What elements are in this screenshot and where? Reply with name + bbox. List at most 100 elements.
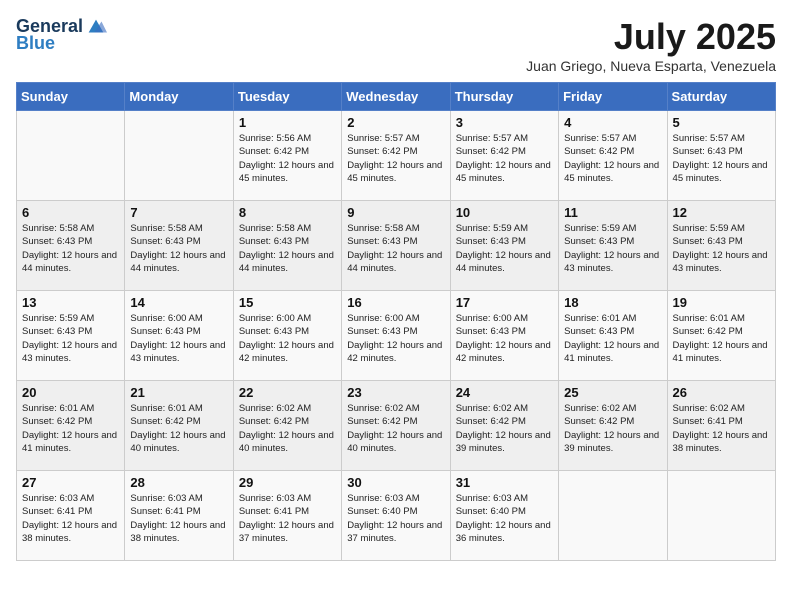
calendar-cell: 7 Sunrise: 5:58 AMSunset: 6:43 PMDaylight… (125, 201, 233, 291)
calendar-cell: 9Sunrise: 5:58 AMSunset: 6:43 PMDaylight… (342, 201, 450, 291)
day-info: Sunrise: 5:57 AMSunset: 6:42 PMDaylight:… (456, 132, 553, 185)
calendar-cell: 24Sunrise: 6:02 AMSunset: 6:42 PMDayligh… (450, 381, 558, 471)
calendar-cell: 28 Sunrise: 6:03 AMSunset: 6:41 PMDayligh… (125, 471, 233, 561)
weekday-header-thursday: Thursday (450, 83, 558, 111)
day-number: 3 (456, 115, 553, 130)
weekday-header-row: SundayMondayTuesdayWednesdayThursdayFrid… (17, 83, 776, 111)
day-number: 4 (564, 115, 661, 130)
day-number: 6 (22, 205, 119, 220)
weekday-header-monday: Monday (125, 83, 233, 111)
day-info: Sunrise: 6:00 AMSunset: 6:43 PMDaylight:… (239, 312, 336, 365)
calendar-cell: 12 Sunrise: 5:59 AMSunset: 6:43 PMDayligh… (667, 201, 775, 291)
day-info: Sunrise: 5:58 AMSunset: 6:43 PMDaylight:… (239, 222, 336, 275)
calendar-cell: 23 Sunrise: 6:02 AMSunset: 6:42 PMDayligh… (342, 381, 450, 471)
calendar-cell: 27Sunrise: 6:03 AMSunset: 6:41 PMDayligh… (17, 471, 125, 561)
day-info: Sunrise: 5:56 AMSunset: 6:42 PMDaylight:… (239, 132, 336, 185)
day-number: 23 (347, 385, 444, 400)
day-info: Sunrise: 6:03 AMSunset: 6:41 PMDaylight:… (239, 492, 336, 545)
day-number: 19 (673, 295, 770, 310)
day-info: Sunrise: 5:59 AMSunset: 6:43 PMDaylight:… (673, 222, 770, 275)
calendar-cell: 14 Sunrise: 6:00 AMSunset: 6:43 PMDayligh… (125, 291, 233, 381)
weekday-header-tuesday: Tuesday (233, 83, 341, 111)
day-info: Sunrise: 6:00 AMSunset: 6:43 PMDaylight:… (347, 312, 444, 365)
day-number: 29 (239, 475, 336, 490)
calendar-cell: 29 Sunrise: 6:03 AMSunset: 6:41 PMDayligh… (233, 471, 341, 561)
day-number: 31 (456, 475, 553, 490)
day-number: 10 (456, 205, 553, 220)
calendar-cell: 3 Sunrise: 5:57 AMSunset: 6:42 PMDaylight… (450, 111, 558, 201)
calendar-cell (667, 471, 775, 561)
calendar-cell: 4 Sunrise: 5:57 AMSunset: 6:42 PMDaylight… (559, 111, 667, 201)
calendar-cell: 30Sunrise: 6:03 AMSunset: 6:40 PMDayligh… (342, 471, 450, 561)
day-info: Sunrise: 6:02 AMSunset: 6:42 PMDaylight:… (239, 402, 336, 455)
day-number: 22 (239, 385, 336, 400)
day-number: 28 (130, 475, 227, 490)
weekday-header-sunday: Sunday (17, 83, 125, 111)
day-info: Sunrise: 6:01 AMSunset: 6:42 PMDaylight:… (673, 312, 770, 365)
day-number: 26 (673, 385, 770, 400)
day-number: 9 (347, 205, 444, 220)
day-number: 20 (22, 385, 119, 400)
calendar-cell (125, 111, 233, 201)
calendar-table: SundayMondayTuesdayWednesdayThursdayFrid… (16, 82, 776, 561)
day-number: 27 (22, 475, 119, 490)
calendar-cell: 10 Sunrise: 5:59 AMSunset: 6:43 PMDayligh… (450, 201, 558, 291)
calendar-cell: 21Sunrise: 6:01 AMSunset: 6:42 PMDayligh… (125, 381, 233, 471)
calendar-cell: 25 Sunrise: 6:02 AMSunset: 6:42 PMDayligh… (559, 381, 667, 471)
logo-blue-text: Blue (16, 34, 55, 54)
calendar-cell: 1Sunrise: 5:56 AMSunset: 6:42 PMDaylight… (233, 111, 341, 201)
day-info: Sunrise: 6:00 AMSunset: 6:43 PMDaylight:… (130, 312, 227, 365)
day-info: Sunrise: 6:00 AMSunset: 6:43 PMDaylight:… (456, 312, 553, 365)
calendar-week-row: 1Sunrise: 5:56 AMSunset: 6:42 PMDaylight… (17, 111, 776, 201)
calendar-cell (559, 471, 667, 561)
day-number: 16 (347, 295, 444, 310)
day-number: 14 (130, 295, 227, 310)
logo-icon (85, 16, 107, 38)
calendar-cell: 15Sunrise: 6:00 AMSunset: 6:43 PMDayligh… (233, 291, 341, 381)
day-info: Sunrise: 5:59 AMSunset: 6:43 PMDaylight:… (564, 222, 661, 275)
day-number: 11 (564, 205, 661, 220)
title-block: July 2025 Juan Griego, Nueva Esparta, Ve… (526, 16, 776, 74)
weekday-header-friday: Friday (559, 83, 667, 111)
day-number: 18 (564, 295, 661, 310)
day-info: Sunrise: 5:59 AMSunset: 6:43 PMDaylight:… (22, 312, 119, 365)
calendar-cell: 26 Sunrise: 6:02 AMSunset: 6:41 PMDayligh… (667, 381, 775, 471)
day-info: Sunrise: 6:01 AMSunset: 6:42 PMDaylight:… (130, 402, 227, 455)
calendar-week-row: 20 Sunrise: 6:01 AMSunset: 6:42 PMDayligh… (17, 381, 776, 471)
calendar-cell: 8 Sunrise: 5:58 AMSunset: 6:43 PMDaylight… (233, 201, 341, 291)
day-info: Sunrise: 6:02 AMSunset: 6:41 PMDaylight:… (673, 402, 770, 455)
calendar-week-row: 27 Sunrise: 6:03 AMSunset: 6:41 PMDayligh… (17, 471, 776, 561)
day-info: Sunrise: 6:02 AMSunset: 6:42 PMDaylight:… (347, 402, 444, 455)
day-info: Sunrise: 6:01 AMSunset: 6:42 PMDaylight:… (22, 402, 119, 455)
weekday-header-saturday: Saturday (667, 83, 775, 111)
calendar-week-row: 13 Sunrise: 5:59 AMSunset: 6:43 PMDayligh… (17, 291, 776, 381)
logo: General Blue (16, 16, 107, 54)
page-header: General Blue July 2025 Juan Griego, Nuev… (16, 16, 776, 74)
day-number: 13 (22, 295, 119, 310)
calendar-week-row: 6 Sunrise: 5:58 AMSunset: 6:43 PMDaylight… (17, 201, 776, 291)
day-number: 5 (673, 115, 770, 130)
day-info: Sunrise: 5:57 AMSunset: 6:43 PMDaylight:… (673, 132, 770, 185)
day-info: Sunrise: 5:58 AMSunset: 6:43 PMDaylight:… (130, 222, 227, 275)
day-number: 7 (130, 205, 227, 220)
calendar-cell: 17Sunrise: 6:00 AMSunset: 6:43 PMDayligh… (450, 291, 558, 381)
day-info: Sunrise: 6:01 AMSunset: 6:43 PMDaylight:… (564, 312, 661, 365)
day-info: Sunrise: 5:57 AMSunset: 6:42 PMDaylight:… (564, 132, 661, 185)
day-number: 8 (239, 205, 336, 220)
month-title: July 2025 (526, 16, 776, 58)
calendar-cell: 16 Sunrise: 6:00 AMSunset: 6:43 PMDayligh… (342, 291, 450, 381)
calendar-cell: 5 Sunrise: 5:57 AMSunset: 6:43 PMDaylight… (667, 111, 775, 201)
day-info: Sunrise: 6:03 AMSunset: 6:40 PMDaylight:… (347, 492, 444, 545)
location: Juan Griego, Nueva Esparta, Venezuela (526, 58, 776, 74)
calendar-cell: 13 Sunrise: 5:59 AMSunset: 6:43 PMDayligh… (17, 291, 125, 381)
day-info: Sunrise: 5:59 AMSunset: 6:43 PMDaylight:… (456, 222, 553, 275)
day-number: 12 (673, 205, 770, 220)
day-info: Sunrise: 6:02 AMSunset: 6:42 PMDaylight:… (564, 402, 661, 455)
calendar-cell (17, 111, 125, 201)
day-number: 25 (564, 385, 661, 400)
day-info: Sunrise: 5:58 AMSunset: 6:43 PMDaylight:… (22, 222, 119, 275)
day-number: 2 (347, 115, 444, 130)
calendar-cell: 11 Sunrise: 5:59 AMSunset: 6:43 PMDayligh… (559, 201, 667, 291)
day-info: Sunrise: 6:03 AMSunset: 6:41 PMDaylight:… (130, 492, 227, 545)
day-info: Sunrise: 5:57 AMSunset: 6:42 PMDaylight:… (347, 132, 444, 185)
